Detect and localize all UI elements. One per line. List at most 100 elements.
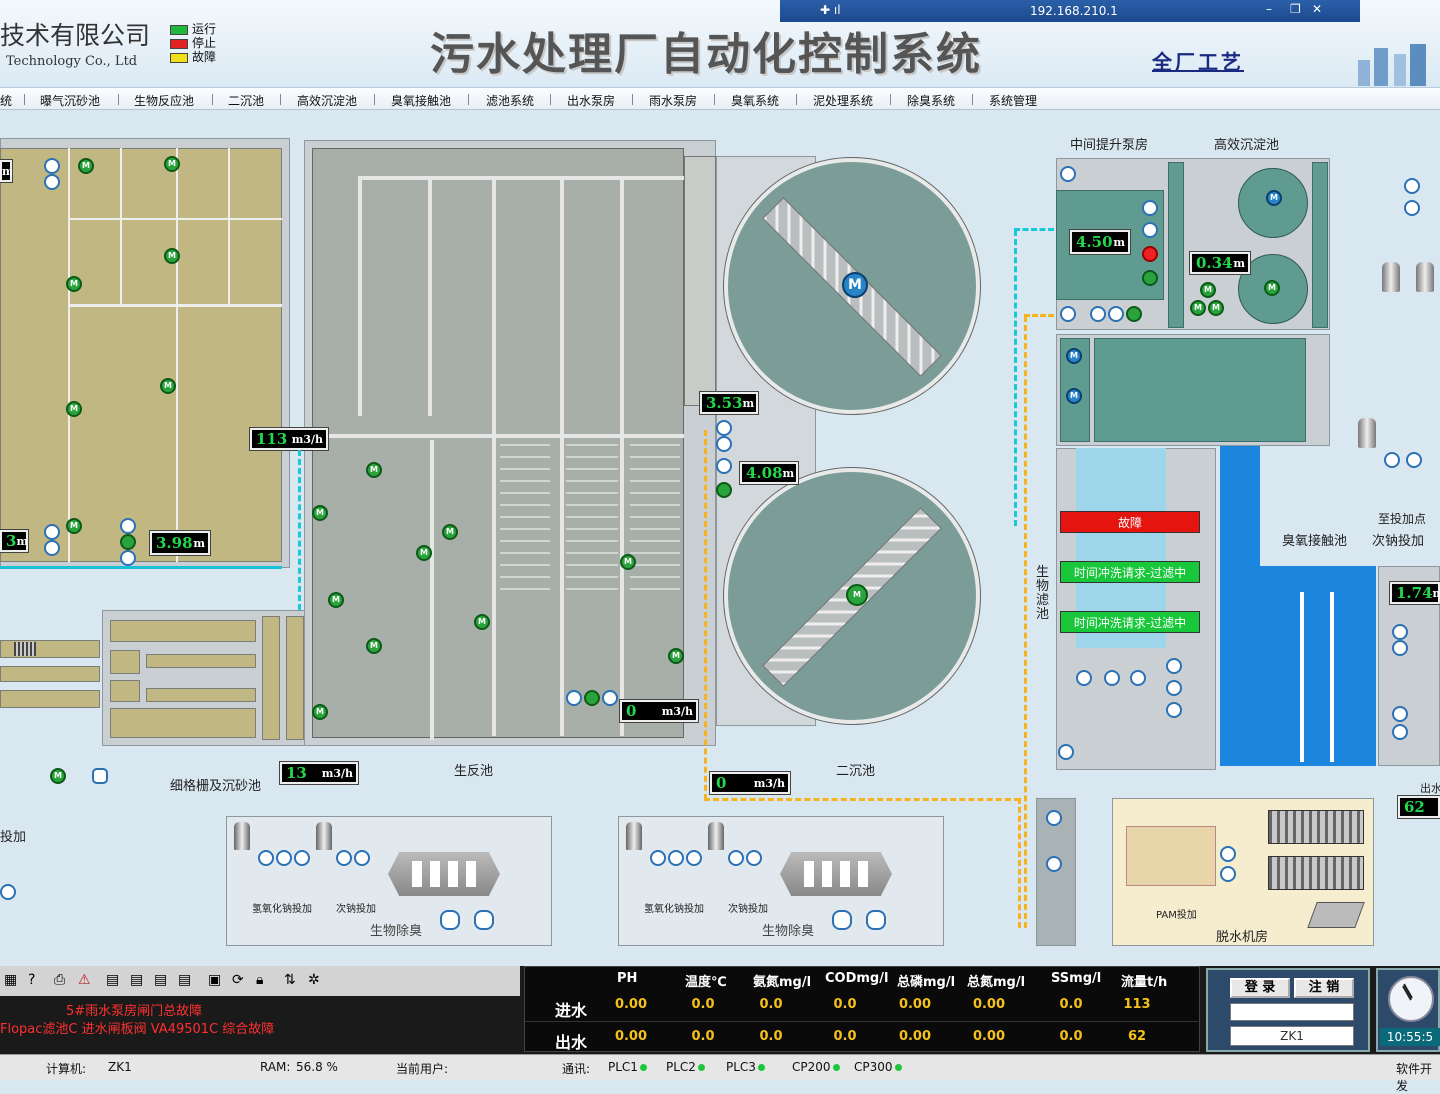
menu-item-ozone-system[interactable]: 臭氧系统 [731,92,779,109]
backwash-pump-icon[interactable] [1076,670,1092,686]
dosing-pump-icon[interactable] [746,850,762,866]
valve-icon[interactable] [1058,744,1074,760]
alarm-bell-icon[interactable]: ⚠ [78,972,91,988]
lift-pump-running-icon[interactable] [1142,270,1158,286]
mixer-motor-icon[interactable]: M [164,156,180,172]
mixer-motor-icon[interactable]: M [1066,348,1082,364]
mixer-motor-icon[interactable]: M [474,614,490,630]
sludge-feed-pump-icon[interactable] [1220,846,1236,862]
refresh-icon[interactable]: ⟳ [232,972,244,988]
menu-item-sludge[interactable]: 泥处理系统 [813,92,873,109]
return-pump-icon[interactable] [602,690,618,706]
dosing-pump-icon[interactable] [650,850,666,866]
mixer-motor-icon[interactable]: M [328,592,344,608]
lift-pump-icon[interactable] [1060,306,1076,322]
alarm-line-2[interactable]: Flopac滤池C 进水闸板阀 VA49501C 综合故障 [0,1018,274,1037]
clarifier-drive-icon[interactable]: M [846,584,868,606]
menu-item-rain-pump[interactable]: 雨水泵房 [649,92,697,109]
clarifier-drive-icon[interactable]: M [842,272,868,298]
dosing-pump-icon[interactable] [1404,200,1420,216]
sludge-feed-pump-icon[interactable] [1220,866,1236,882]
mixer-motor-icon[interactable]: M [164,248,180,264]
valve-icon[interactable] [1392,706,1408,722]
menu-item-filter[interactable]: 滤池系统 [486,92,534,109]
dosing-pump-icon[interactable] [1126,306,1142,322]
mixer-motor-icon[interactable]: M [1208,300,1224,316]
dosing-pump-icon[interactable] [258,850,274,866]
alarm-line-1[interactable]: 5#雨水泵房闸门总故障 [66,1000,202,1019]
valve-icon[interactable] [1166,680,1182,696]
dosing-pump-icon[interactable] [1108,306,1124,322]
return-pump-icon[interactable] [584,690,600,706]
valve-icon[interactable] [120,534,136,550]
fan-icon[interactable] [832,910,852,930]
sludge-pump-icon[interactable] [1046,856,1062,872]
minimize-icon[interactable]: – [1266,2,1272,16]
menu-item-deodor[interactable]: 除臭系统 [907,92,955,109]
fan-icon[interactable] [474,910,494,930]
dosing-pump-icon[interactable] [294,850,310,866]
report-icon[interactable]: ▤ [130,972,143,988]
print-icon[interactable]: ⎙ [54,972,65,988]
mixer-motor-icon[interactable]: M [442,524,458,540]
dosing-pump-icon[interactable] [276,850,292,866]
valve-icon[interactable] [44,158,60,174]
mixer-motor-icon[interactable]: M [312,505,328,521]
mixer-motor-icon[interactable]: M [1200,282,1216,298]
mixer-motor-icon[interactable]: M [1266,190,1282,206]
blower-icon[interactable] [92,768,108,784]
monitor-icon[interactable]: ▣ [208,972,221,988]
dosing-pump-icon[interactable] [1090,306,1106,322]
lift-pump-icon[interactable] [1060,166,1076,182]
blower-motor-icon[interactable]: M [50,768,66,784]
valve-icon[interactable] [1392,724,1408,740]
report-icon[interactable]: ▤ [106,972,119,988]
menu-item-bioreactor[interactable]: 生物反应池 [134,92,194,109]
menu-item-overview[interactable]: 统 [0,92,12,109]
valve-icon[interactable] [1166,702,1182,718]
report-icon[interactable]: ▤ [154,972,167,988]
valve-icon[interactable] [1392,624,1408,640]
help-icon[interactable]: ? [28,972,35,988]
mixer-motor-icon[interactable]: M [620,554,636,570]
close-icon[interactable]: ✕ [1312,2,1322,16]
dosing-pump-icon[interactable] [354,850,370,866]
grid-icon[interactable]: ▦ [4,972,17,988]
logout-button[interactable]: 注 销 [1294,978,1354,998]
lift-pump-fault-icon[interactable] [1142,246,1158,262]
valve-icon[interactable] [716,436,732,452]
login-button[interactable]: 登 录 [1230,978,1290,998]
fan-icon[interactable] [440,910,460,930]
dosing-pump-icon[interactable] [0,884,16,900]
lift-pump-icon[interactable] [1142,222,1158,238]
menu-item-ozone-contact[interactable]: 臭氧接触池 [391,92,451,109]
valve-icon[interactable] [716,482,732,498]
mixer-motor-icon[interactable]: M [66,276,82,292]
backwash-pump-icon[interactable] [1130,670,1146,686]
menu-item-hd-clarifier[interactable]: 高效沉淀池 [297,92,357,109]
mixer-motor-icon[interactable]: M [66,518,82,534]
valve-icon[interactable] [44,174,60,190]
current-user-field[interactable]: ZK1 [1230,1026,1354,1046]
backwash-pump-icon[interactable] [1104,670,1120,686]
dosing-pump-icon[interactable] [668,850,684,866]
lift-pump-icon[interactable] [1142,200,1158,216]
mixer-motor-icon[interactable]: M [66,401,82,417]
valve-icon[interactable] [1392,640,1408,656]
report-icon[interactable]: ▤ [178,972,191,988]
menu-item-grit[interactable]: 曝气沉砂池 [40,92,100,109]
valve-icon[interactable] [716,458,732,474]
dosing-pump-icon[interactable] [1384,452,1400,468]
dosing-pump-icon[interactable] [1406,452,1422,468]
menu-item-system-admin[interactable]: 系统管理 [989,92,1037,109]
overview-link[interactable]: 全厂工艺 [1152,46,1244,75]
pin-icon[interactable]: ✚ ıl [820,3,841,17]
restore-icon[interactable]: ❐ [1290,2,1301,16]
valve-icon[interactable] [120,550,136,566]
valve-icon[interactable] [716,420,732,436]
dosing-pump-icon[interactable] [336,850,352,866]
lock-icon[interactable]: 🔒︎ [256,972,263,988]
valve-icon[interactable] [1166,658,1182,674]
menu-item-secondary[interactable]: 二沉池 [228,92,264,109]
mixer-motor-icon[interactable]: M [416,545,432,561]
